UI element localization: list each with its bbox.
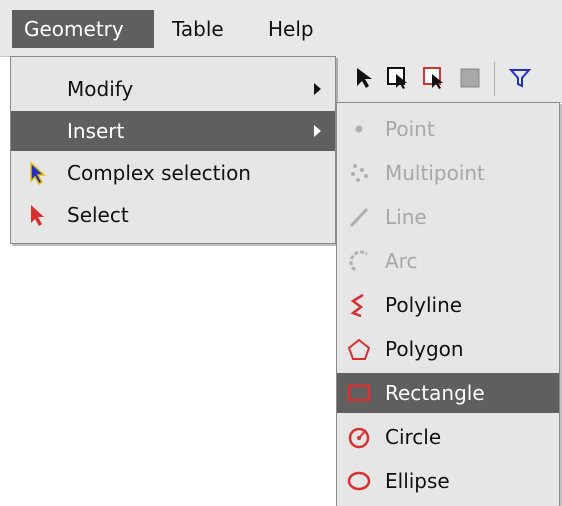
menu-geometry[interactable]: Geometry (12, 10, 154, 48)
submenu-arrow-icon (314, 125, 321, 137)
menu-item-label: Select (67, 203, 129, 227)
submenu-item-label: Multipoint (385, 161, 485, 185)
menu-table[interactable]: Table (160, 10, 250, 48)
pointer-icon[interactable] (352, 66, 376, 90)
menu-help[interactable]: Help (256, 10, 332, 48)
menu-item-complex-selection[interactable]: Complex selection (11, 153, 335, 193)
polygon-icon (347, 338, 371, 360)
submenu-item-label: Line (385, 205, 427, 229)
submenu-item-arc[interactable]: Arc (337, 241, 559, 281)
submenu-arrow-icon (314, 83, 321, 95)
submenu-item-rectangle[interactable]: Rectangle (337, 373, 559, 413)
toolbar (330, 56, 562, 103)
multipoint-icon (351, 164, 368, 182)
submenu-item-label: Point (385, 117, 435, 141)
submenu-item-polyline[interactable]: Polyline (337, 285, 559, 325)
submenu-item-label: Polygon (385, 337, 464, 361)
insert-submenu: Point Multipoint Line Arc Polyline Polyg… (336, 102, 560, 506)
submenu-item-label: Ellipse (385, 469, 450, 493)
red-pointer-icon (31, 205, 44, 226)
blue-pointer-icon (30, 161, 46, 185)
submenu-item-multipoint[interactable]: Multipoint (337, 153, 559, 193)
point-icon (355, 125, 363, 133)
submenu-item-label: Polyline (385, 293, 463, 317)
submenu-item-polygon[interactable]: Polygon (337, 329, 559, 369)
geometry-menu: Modify Insert Complex selection Select (10, 56, 336, 244)
menu-item-label: Complex selection (67, 161, 251, 185)
menu-item-select[interactable]: Select (11, 195, 335, 235)
rectangle-icon (347, 384, 371, 402)
menu-item-modify[interactable]: Modify (11, 69, 335, 109)
filter-icon[interactable] (508, 66, 532, 90)
gray-square-icon[interactable] (458, 66, 482, 90)
submenu-item-line[interactable]: Line (337, 197, 559, 237)
circle-icon (348, 427, 370, 449)
arc-icon (349, 250, 368, 272)
submenu-item-label: Rectangle (385, 381, 485, 405)
ellipse-icon (347, 471, 371, 491)
submenu-item-label: Circle (385, 425, 442, 449)
menu-item-insert[interactable]: Insert (11, 111, 335, 151)
submenu-item-circle[interactable]: Circle (337, 417, 559, 457)
select-box-icon[interactable] (386, 66, 410, 90)
submenu-item-ellipse[interactable]: Ellipse (337, 461, 559, 501)
submenu-item-label: Arc (385, 249, 418, 273)
line-icon (349, 207, 369, 228)
submenu-item-point[interactable]: Point (337, 109, 559, 149)
select-rect-icon[interactable] (422, 66, 446, 90)
toolbar-separator (494, 62, 495, 96)
polyline-icon (350, 293, 364, 317)
menu-bar: Geometry Table Help (0, 0, 562, 57)
menu-item-label: Insert (67, 119, 125, 143)
menu-item-label: Modify (67, 77, 134, 101)
